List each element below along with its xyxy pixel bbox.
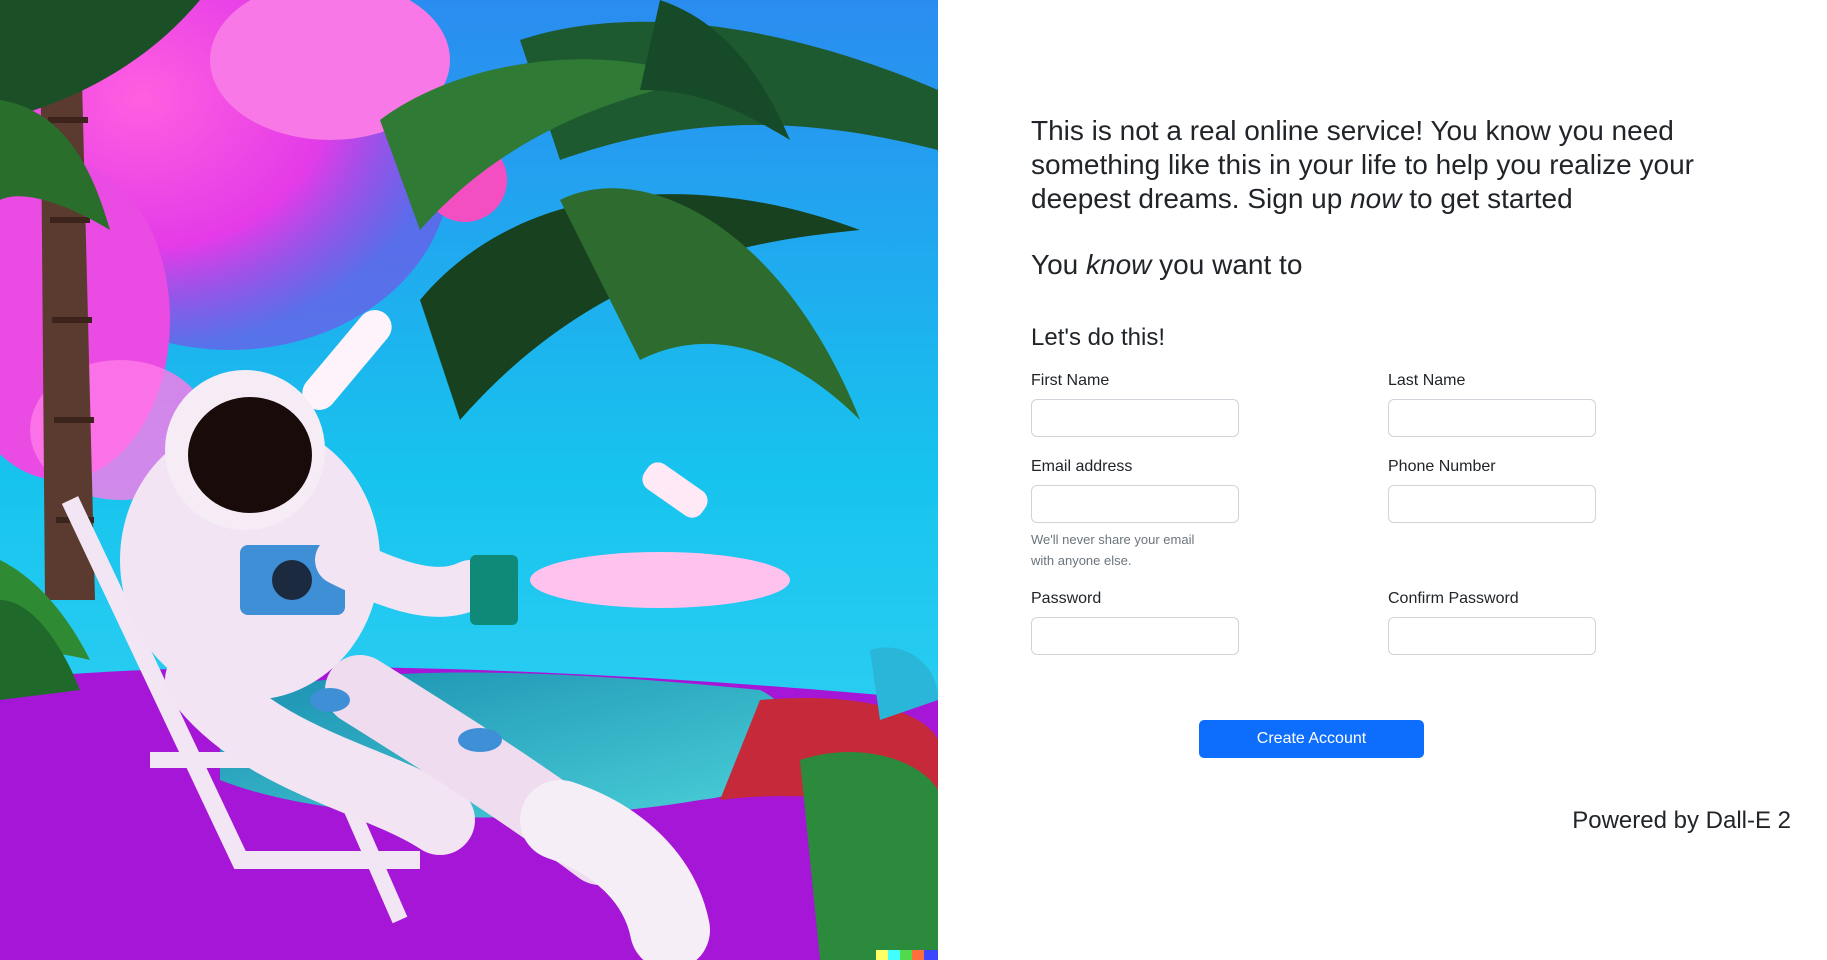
intro-text-after: to get started <box>1401 183 1573 214</box>
email-input[interactable] <box>1031 485 1239 523</box>
phone-input[interactable] <box>1388 485 1596 523</box>
phone-label: Phone Number <box>1388 458 1496 475</box>
tagline-before: You <box>1031 249 1087 280</box>
signup-page: This is not a real online service! You k… <box>0 0 1827 960</box>
confirm-password-input[interactable] <box>1388 617 1596 655</box>
email-help-text: We'll never share your email with anyone… <box>1031 532 1195 568</box>
create-account-button[interactable]: Create Account <box>1199 720 1424 758</box>
form-heading: Let's do this! <box>1031 324 1165 351</box>
last-name-group: Last Name <box>1388 371 1598 437</box>
password-label: Password <box>1031 590 1102 607</box>
email-group: Email address We'll never share your ema… <box>1031 457 1241 571</box>
signup-content: This is not a real online service! You k… <box>1031 0 1791 960</box>
hero-illustration <box>0 0 938 960</box>
astronaut-palm-pool-illustration <box>0 0 938 960</box>
powered-by-text: Powered by Dall-E 2 <box>1572 807 1791 834</box>
phone-group: Phone Number <box>1388 457 1598 523</box>
password-input[interactable] <box>1031 617 1239 655</box>
intro-emphasis: now <box>1350 183 1402 214</box>
tagline: You know you want to <box>1031 248 1302 282</box>
confirm-password-group: Confirm Password <box>1388 589 1598 655</box>
first-name-input[interactable] <box>1031 399 1239 437</box>
last-name-label: Last Name <box>1388 372 1466 389</box>
first-name-label: First Name <box>1031 372 1110 389</box>
confirm-password-label: Confirm Password <box>1388 590 1519 607</box>
tagline-emphasis: know <box>1086 249 1152 280</box>
password-group: Password <box>1031 589 1241 655</box>
first-name-group: First Name <box>1031 371 1241 437</box>
intro-text: This is not a real online service! You k… <box>1031 114 1731 216</box>
tagline-after: you want to <box>1151 249 1303 280</box>
email-label: Email address <box>1031 458 1133 475</box>
last-name-input[interactable] <box>1388 399 1596 437</box>
